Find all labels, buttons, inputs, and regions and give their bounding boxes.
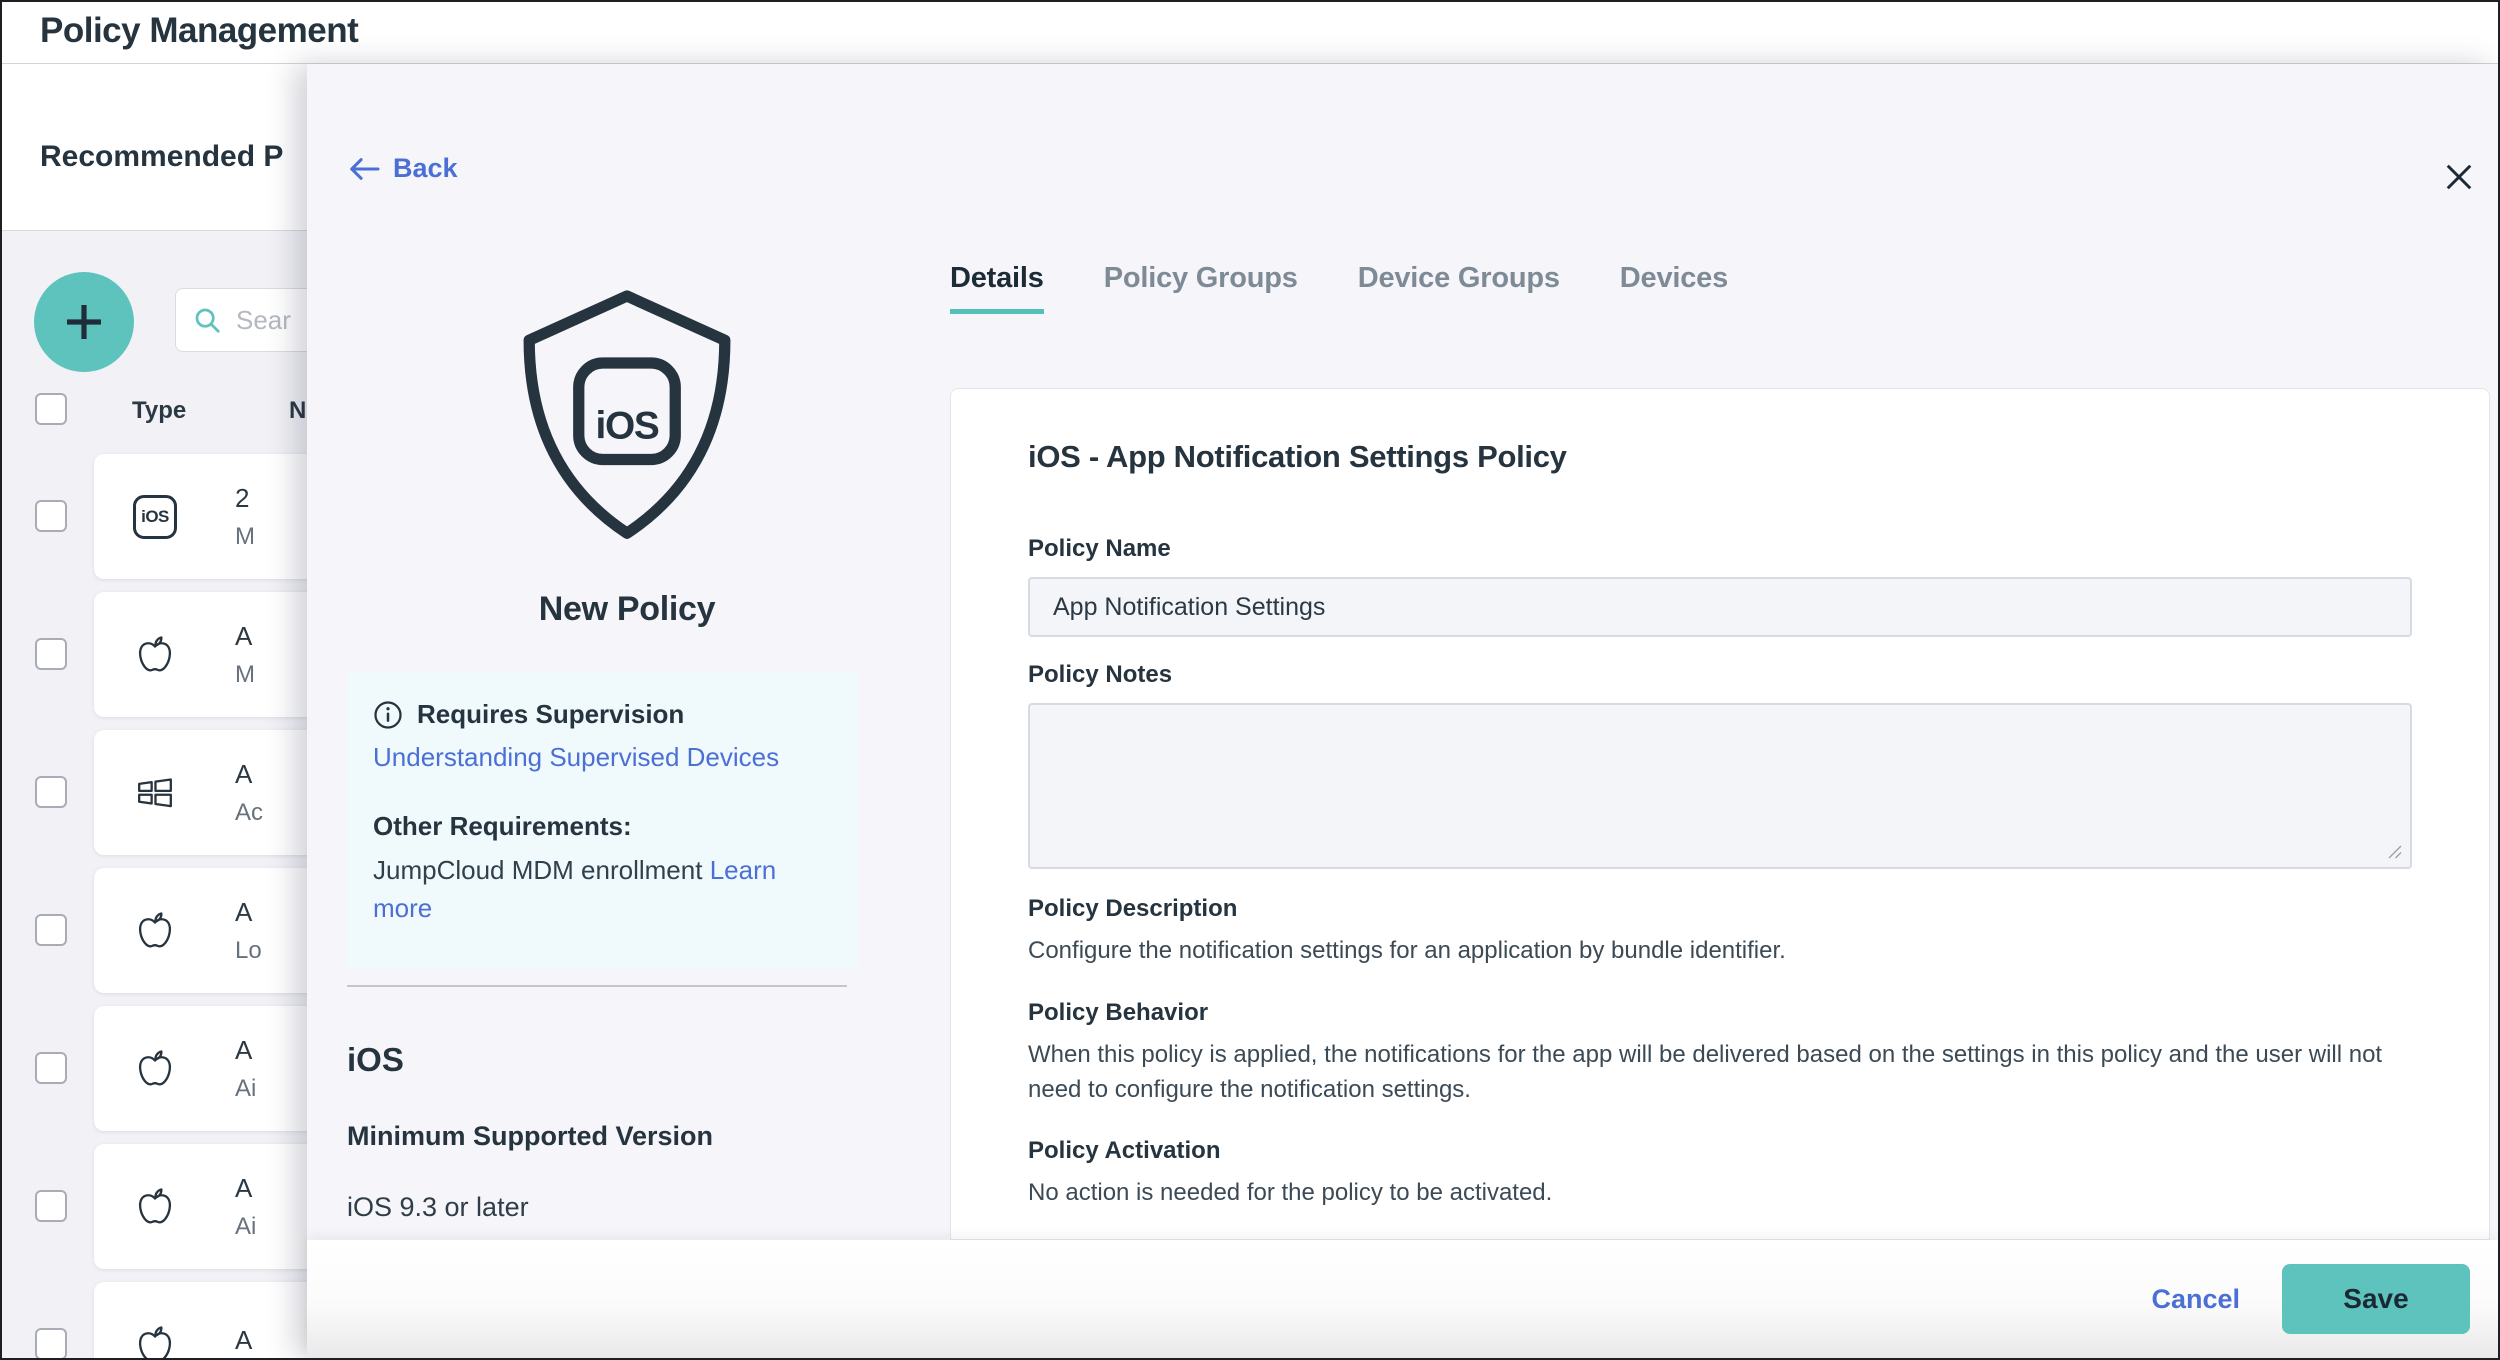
close-button[interactable] [2441, 159, 2477, 195]
apple-icon [132, 1184, 178, 1230]
policy-sub-truncated: Ac [235, 799, 263, 827]
policy-row-card[interactable]: A Ai [94, 1144, 308, 1269]
tab-policy-groups[interactable]: Policy Groups [1104, 262, 1298, 314]
policy-sub-truncated: Lo [235, 937, 262, 965]
section-title: Recommended P [40, 140, 283, 174]
policy-row-card[interactable]: A [94, 1282, 308, 1360]
modal-tabs: Details Policy Groups Device Groups Devi… [950, 262, 1728, 314]
policies-table-area: Type N iOS 2 M [2, 231, 308, 1360]
row-checkbox[interactable] [35, 914, 67, 946]
row-checkbox[interactable] [35, 1052, 67, 1084]
policy-sub-truncated: Ai [235, 1213, 256, 1241]
policy-notes-textarea[interactable] [1028, 703, 2412, 869]
policy-sub-truncated: Ai [235, 1075, 256, 1103]
policy-row-card[interactable]: A Ai [94, 1006, 308, 1131]
close-icon [2441, 159, 2477, 195]
apple-icon [132, 632, 178, 678]
search-input[interactable] [234, 304, 308, 337]
policy-name-truncated: A [235, 1035, 256, 1066]
policy-details-card: iOS - App Notification Settings Policy P… [950, 388, 2490, 1240]
policy-name-truncated: A [235, 897, 262, 928]
column-header-type: Type [132, 397, 186, 425]
row-checkbox[interactable] [35, 1190, 67, 1222]
sidebar-divider [347, 985, 847, 987]
windows-icon [132, 770, 178, 816]
row-checkbox[interactable] [35, 500, 67, 532]
tab-device-groups[interactable]: Device Groups [1358, 262, 1560, 314]
ios-shield-icon: iOS [477, 288, 777, 556]
policy-management-screen: Policy Management Recommended P Type N [0, 0, 2500, 1360]
app-header: Policy Management [2, 2, 2498, 64]
requires-supervision-label: Requires Supervision [417, 699, 684, 730]
min-supported-version-value: iOS 9.3 or later [347, 1192, 907, 1223]
table-row: A Ai [2, 1144, 308, 1269]
recommended-policies-page: Recommended P Type N [2, 64, 308, 1360]
policy-row-card[interactable]: iOS 2 M [94, 454, 308, 579]
ios-badge-icon: iOS [132, 494, 178, 540]
page-title: Policy Management [40, 11, 358, 51]
policy-description-text: Configure the notification settings for … [1028, 934, 2412, 969]
policy-sub-truncated: M [235, 523, 255, 551]
save-button[interactable]: Save [2282, 1264, 2470, 1334]
modal-footer: Cancel Save [307, 1240, 2498, 1358]
table-row: A Ai [2, 1006, 308, 1131]
new-policy-modal: Back iOS New Policy [307, 64, 2498, 1358]
policy-name-truncated: A [235, 1173, 256, 1204]
os-heading: iOS [347, 1041, 907, 1079]
policy-notes-label: Policy Notes [1028, 661, 2412, 689]
policy-sub-truncated: M [235, 661, 255, 689]
policy-row-card[interactable]: A M [94, 592, 308, 717]
policy-behavior-text: When this policy is applied, the notific… [1028, 1038, 2412, 1108]
table-header: Type N [2, 393, 308, 433]
apple-icon [132, 1046, 178, 1092]
policy-row-card[interactable]: A Ac [94, 730, 308, 855]
shield-ios-label: iOS [596, 405, 659, 448]
policy-name-label: Policy Name [1028, 535, 2412, 563]
policy-description-label: Policy Description [1028, 895, 2412, 923]
plus-icon [60, 298, 108, 346]
policy-name-truncated: A [235, 621, 255, 652]
search-icon [192, 305, 222, 335]
search-box [175, 288, 308, 352]
info-icon [373, 700, 403, 730]
policy-row-card[interactable]: A Lo [94, 868, 308, 993]
select-all-checkbox[interactable] [35, 393, 67, 425]
policy-name-truncated: A [235, 1325, 252, 1356]
policy-name-input[interactable] [1028, 577, 2412, 637]
table-row: A [2, 1282, 308, 1360]
policy-card-title: iOS - App Notification Settings Policy [1028, 439, 2412, 475]
policy-activation-text: No action is needed for the policy to be… [1028, 1176, 2412, 1211]
policy-activation-label: Policy Activation [1028, 1137, 2412, 1165]
table-row: A M [2, 592, 308, 717]
table-row: A Lo [2, 868, 308, 993]
new-policy-title: New Policy [347, 590, 907, 629]
row-checkbox[interactable] [35, 776, 67, 808]
table-row: iOS 2 M [2, 454, 308, 579]
policy-name-truncated: A [235, 759, 263, 790]
row-checkbox[interactable] [35, 638, 67, 670]
column-header-name: N [289, 397, 306, 425]
requirements-info-box: Requires Supervision Understanding Super… [347, 671, 859, 969]
modal-sidebar: iOS New Policy Requires Supervision Unde… [307, 64, 947, 1223]
tab-details[interactable]: Details [950, 262, 1044, 314]
apple-icon [132, 1322, 178, 1360]
tab-devices[interactable]: Devices [1620, 262, 1728, 314]
understanding-supervised-devices-link[interactable]: Understanding Supervised Devices [373, 742, 779, 773]
policy-behavior-label: Policy Behavior [1028, 999, 2412, 1027]
row-checkbox[interactable] [35, 1328, 67, 1360]
add-policy-button[interactable] [34, 272, 134, 372]
policy-name-truncated: 2 [235, 483, 255, 514]
mdm-enrollment-text: JumpCloud MDM enrollment [373, 855, 702, 885]
policies-list: iOS 2 M [2, 454, 308, 1360]
min-supported-version-label: Minimum Supported Version [347, 1121, 907, 1152]
cancel-button[interactable]: Cancel [2151, 1284, 2240, 1315]
other-requirements-label: Other Requirements: [373, 811, 833, 842]
apple-icon [132, 908, 178, 954]
table-row: A Ac [2, 730, 308, 855]
